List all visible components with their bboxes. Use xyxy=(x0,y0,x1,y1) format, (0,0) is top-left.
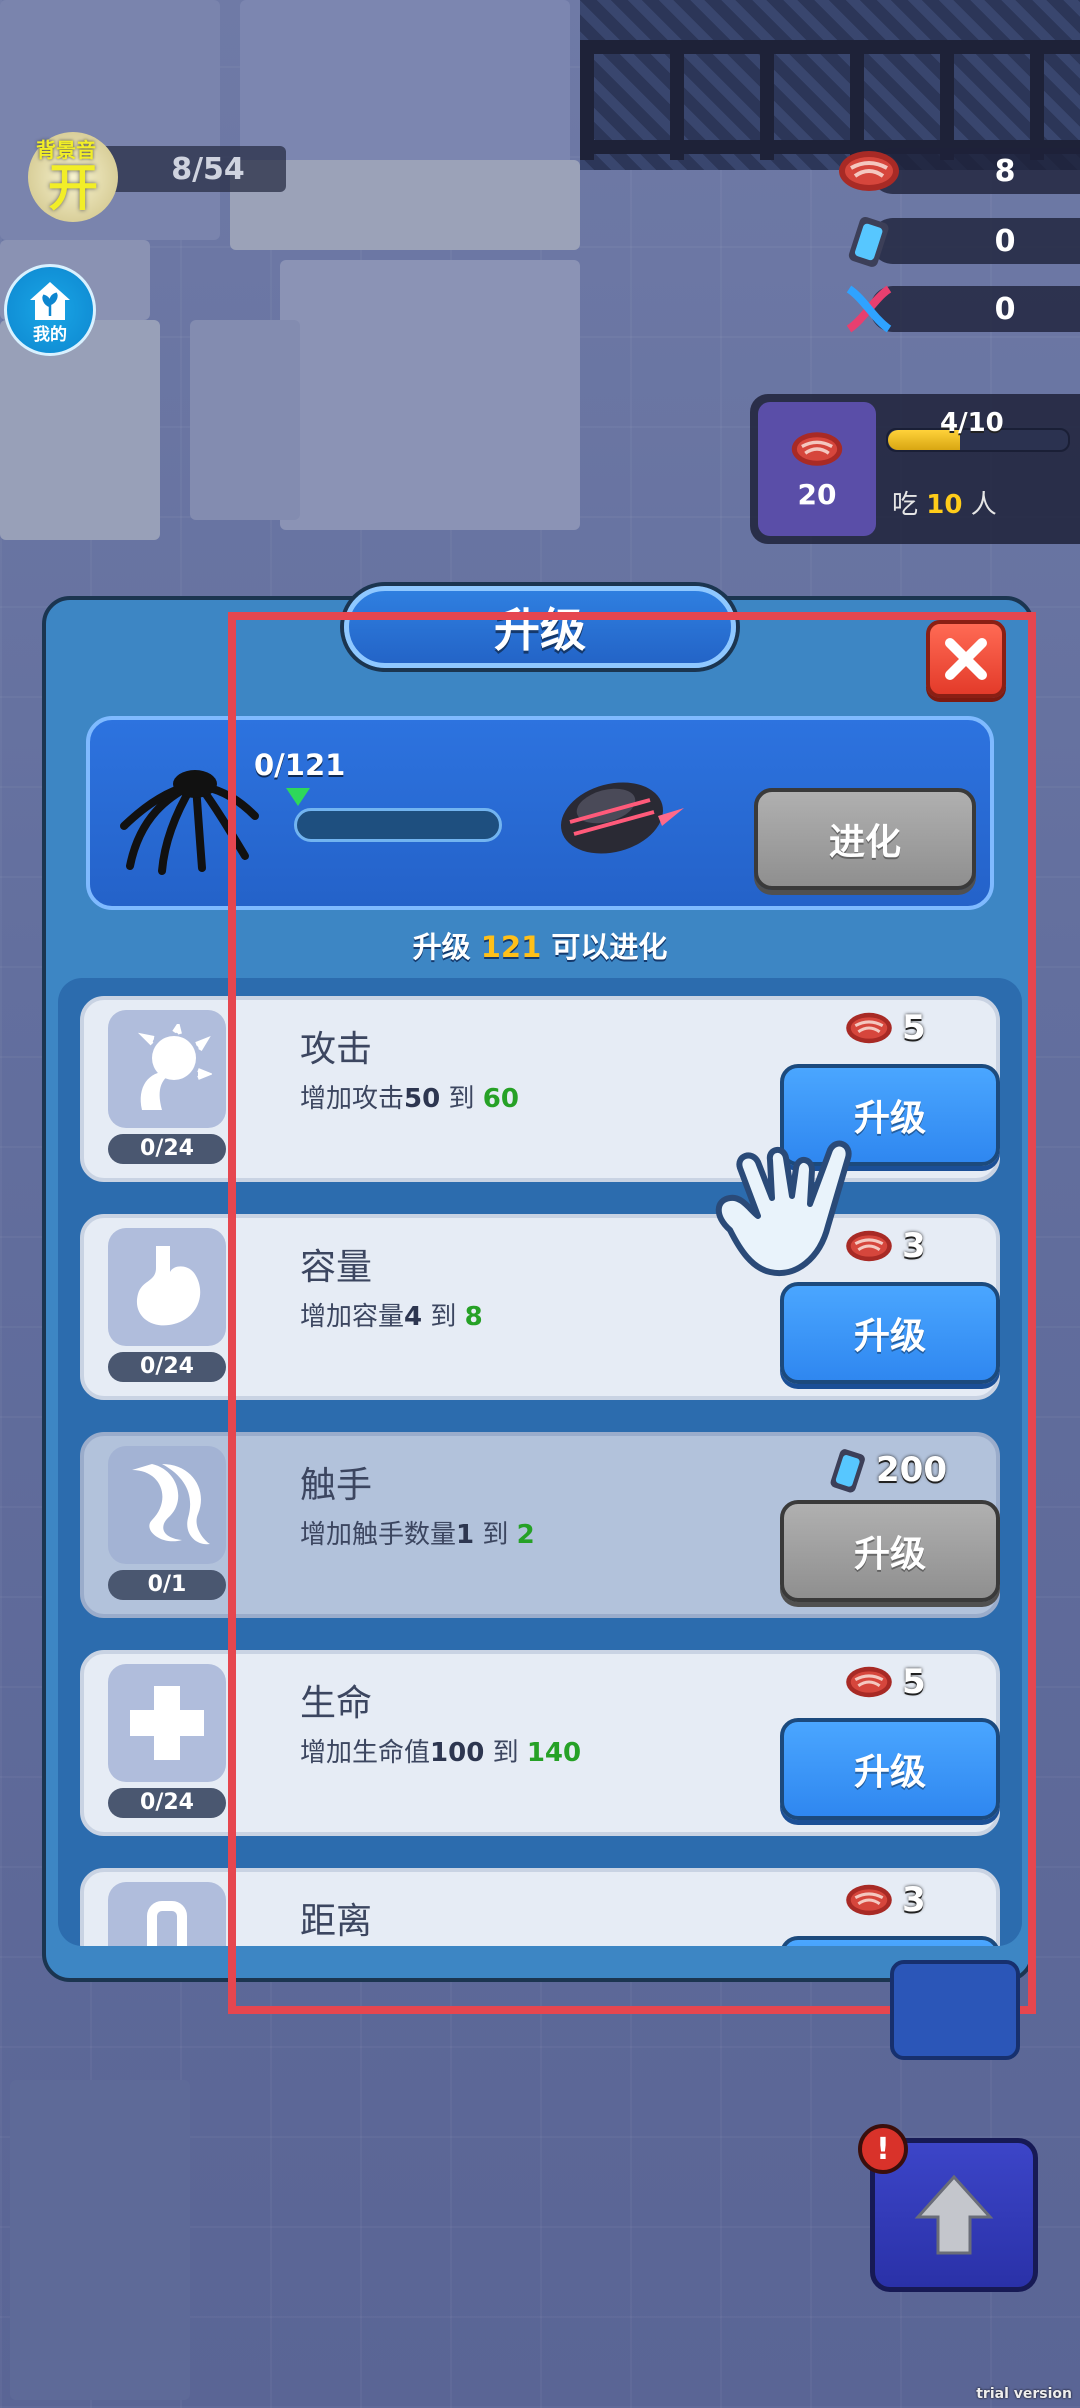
energy-canister-icon xyxy=(836,208,902,274)
alert-badge: ! xyxy=(858,2124,908,2174)
level-badge: 0/24 xyxy=(108,1788,226,1818)
evolved-creature-icon xyxy=(561,782,684,854)
level-badge: 0/24 xyxy=(108,1352,226,1382)
arrow-up-icon xyxy=(914,2174,994,2255)
eat-reward-count: 20 xyxy=(797,477,837,511)
upgrade-cost: 5 xyxy=(844,1662,926,1702)
upgrade-button-tentacle[interactable]: 升级 xyxy=(780,1500,1000,1602)
side-action-button[interactable] xyxy=(890,1960,1020,2060)
attack-icon xyxy=(108,1010,226,1128)
upgrade-name: 容量 xyxy=(300,1247,373,1288)
evolve-progress-label: 0/121 xyxy=(254,748,346,782)
meat-icon xyxy=(791,431,843,466)
range-icon xyxy=(108,1882,226,1946)
spider-creature-icon xyxy=(120,770,259,875)
resource-dna: 0 xyxy=(846,285,1080,333)
tentacle-icon xyxy=(108,1446,226,1564)
upgrade-card-range: 距离 3 xyxy=(80,1868,1000,1946)
resource-meat: 8 xyxy=(839,148,1080,194)
meat-icon xyxy=(846,1012,892,1044)
upgrade-desc: 增加生命值100 到 140 xyxy=(300,1738,582,1768)
health-cross-icon xyxy=(108,1664,226,1782)
collect-counter: 8/54 xyxy=(100,146,286,192)
progress-marker-icon xyxy=(286,788,310,806)
upgrade-name: 距离 xyxy=(300,1901,373,1942)
evolve-button[interactable]: 进化 xyxy=(754,788,976,890)
upgrade-name: 生命 xyxy=(300,1683,373,1724)
eat-target-label: 吃 10 人 xyxy=(892,490,997,520)
upgrade-desc: 增加容量4 到 8 xyxy=(300,1302,483,1332)
upgrade-desc: 增加触手数量1 到 2 xyxy=(300,1520,535,1550)
evolve-hint: 升级 121 可以进化 xyxy=(412,930,668,964)
meat-icon xyxy=(846,1884,892,1916)
eat-reward: 20 xyxy=(758,402,876,536)
dna-count: 0 xyxy=(994,291,1016,327)
resource-energy: 0 xyxy=(848,217,1080,267)
upgrade-card-health: 0/24 生命 增加生命值100 到 140 5 升级 xyxy=(80,1650,1000,1836)
bgm-toggle-button[interactable]: 背景音 开 xyxy=(28,132,118,222)
upgrade-button-capacity[interactable]: 升级 xyxy=(780,1282,1000,1384)
stomach-icon xyxy=(108,1228,226,1346)
upgrade-button-health[interactable]: 升级 xyxy=(780,1718,1000,1820)
upgrade-card-tentacle: 0/1 触手 增加触手数量1 到 2 200 升级 xyxy=(80,1432,1000,1618)
meat-icon xyxy=(846,1666,892,1698)
dna-icon xyxy=(836,276,902,342)
bgm-label: 背景音 xyxy=(36,138,96,162)
tutorial-hand-icon xyxy=(715,1140,852,1277)
meat-count: 8 xyxy=(994,153,1016,189)
eat-progress-label: 4/10 xyxy=(940,408,1004,438)
home-label: 我的 xyxy=(33,324,67,345)
close-icon xyxy=(945,638,987,680)
upgrade-button-range[interactable] xyxy=(780,1936,1000,1946)
evolve-progress-bar xyxy=(294,808,502,842)
upgrade-cost: 200 xyxy=(828,1444,947,1496)
upgrade-name: 攻击 xyxy=(300,1029,373,1070)
upgrade-name: 触手 xyxy=(300,1465,373,1506)
energy-canister-icon xyxy=(830,1449,865,1493)
meat-icon xyxy=(836,138,902,204)
level-badge: 0/24 xyxy=(108,1134,226,1164)
home-plant-icon xyxy=(30,281,70,320)
watermark: trial version xyxy=(976,2386,1072,2402)
upgrade-desc: 增加攻击50 到 60 xyxy=(300,1084,519,1114)
upgrade-cost: 3 xyxy=(844,1880,926,1920)
close-button[interactable] xyxy=(926,620,1006,698)
panel-title: 升级 xyxy=(344,586,736,668)
energy-count: 0 xyxy=(994,223,1016,259)
upgrade-cost: 5 xyxy=(844,1008,926,1048)
eat-quest-box: 20 4/10 吃 10 人 xyxy=(750,394,1080,544)
my-home-button[interactable]: 我的 xyxy=(4,264,96,356)
level-badge: 0/1 xyxy=(108,1570,226,1600)
